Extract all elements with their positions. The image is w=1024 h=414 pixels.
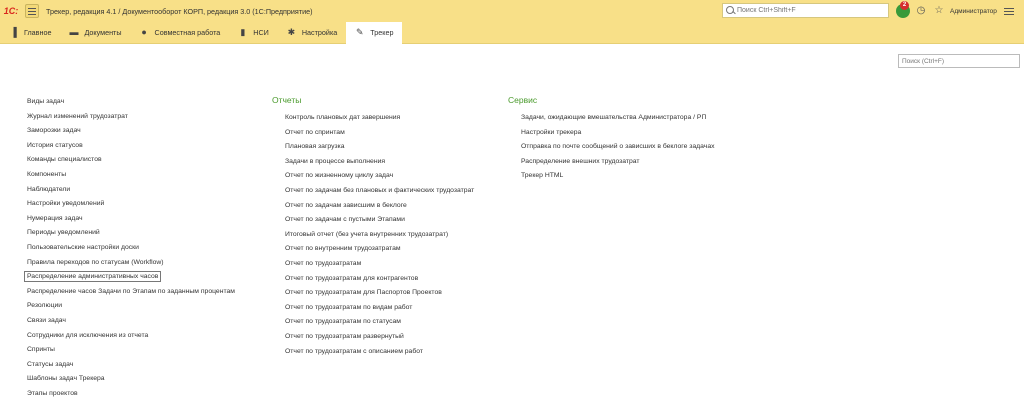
catalog-link[interactable]: История статусов — [27, 141, 83, 150]
catalog-link[interactable]: Шаблоны задач Трекера — [27, 374, 105, 383]
catalog-link[interactable]: Компоненты — [27, 170, 66, 179]
report-link[interactable]: Контроль плановых дат завершения — [285, 113, 400, 122]
sections-panel: ▐ Главное ▬ Документы ● Совместная работ… — [0, 21, 1024, 44]
catalog-link[interactable]: Наблюдатели — [27, 185, 70, 194]
pin-icon: ✎ — [355, 27, 364, 37]
global-search[interactable] — [722, 3, 889, 18]
favorites-star-icon[interactable]: ☆ — [932, 4, 946, 18]
tab-settings[interactable]: ✱ Настройка — [278, 22, 346, 44]
catalog-link[interactable]: Резолюции — [27, 301, 62, 310]
window-title: Трекер, редакция 4.1 / Документооборот К… — [46, 6, 313, 16]
catalog-link[interactable]: Команды специалистов — [27, 155, 102, 164]
catalog-link[interactable]: Заморозки задач — [27, 126, 81, 135]
tab-tracker[interactable]: ✎ Трекер — [346, 21, 403, 44]
content-search[interactable] — [898, 54, 1020, 68]
report-link[interactable]: Отчет по трудозатратам — [285, 259, 361, 268]
catalog-link[interactable]: Журнал изменений трудозатрат — [27, 112, 128, 121]
tab-collaboration[interactable]: ● Совместная работа — [131, 22, 230, 44]
gear-icon: ✱ — [287, 27, 296, 37]
report-link[interactable]: Отчет по трудозатратам для Паспортов Про… — [285, 288, 442, 297]
catalog-link[interactable]: Правила переходов по статусам (Workflow) — [27, 258, 164, 267]
service-link[interactable]: Трекер HTML — [521, 171, 563, 180]
report-link[interactable]: Отчет по трудозатратам по видам работ — [285, 303, 412, 312]
catalog-link[interactable]: Этапы проектов — [27, 389, 78, 398]
report-link[interactable]: Отчет по задачам без плановых и фактичес… — [285, 186, 474, 195]
catalog-link[interactable]: Нумерация задач — [27, 214, 83, 223]
tab-main[interactable]: ▐ Главное — [0, 22, 60, 44]
catalog-link[interactable]: Настройки уведомлений — [27, 199, 104, 208]
catalog-link[interactable]: Периоды уведомлений — [27, 228, 100, 237]
report-link[interactable]: Отчет по трудозатратам развернутый — [285, 332, 404, 341]
main-menu-button[interactable] — [25, 4, 39, 18]
tab-documents[interactable]: ▬ Документы — [60, 22, 130, 44]
service-link[interactable]: Настройки трекера — [521, 128, 581, 137]
tab-nsi[interactable]: ▮ НСИ — [229, 22, 278, 44]
report-link[interactable]: Отчет по трудозатратам для контрагентов — [285, 274, 418, 283]
report-link[interactable]: Отчет по спринтам — [285, 128, 345, 137]
service-link[interactable]: Отправка по почте сообщений о зависших в… — [521, 142, 715, 151]
report-link[interactable]: Плановая загрузка — [285, 142, 345, 151]
catalog-link[interactable]: Пользовательские настройки доски — [27, 243, 139, 252]
content-search-input[interactable] — [899, 55, 1019, 67]
global-search-input[interactable] — [737, 7, 877, 14]
service-heading: Сервис — [508, 95, 538, 105]
report-link[interactable]: Отчет по жизненному циклу задач — [285, 171, 393, 180]
catalog-link[interactable]: Связи задач — [27, 316, 66, 325]
report-link[interactable]: Отчет по задачам зависшим в беклоге — [285, 201, 407, 210]
service-link[interactable]: Задачи, ожидающие вмешательства Админист… — [521, 113, 706, 122]
notifications-icon[interactable]: 2 — [896, 1, 910, 18]
catalog-link[interactable]: Распределение часов Задачи по Этапам по … — [27, 287, 235, 296]
home-icon: ▐ — [10, 27, 17, 37]
catalog-link[interactable]: Распределение административных часов — [24, 271, 162, 283]
settings-menu-icon[interactable] — [1003, 7, 1014, 15]
catalog-link[interactable]: Виды задач — [27, 97, 64, 106]
report-link[interactable]: Отчет по трудозатратам по статусам — [285, 317, 401, 326]
book-icon: ▮ — [240, 27, 246, 37]
history-icon[interactable]: ◷ — [914, 4, 928, 18]
folder-icon: ▬ — [69, 27, 79, 37]
current-user[interactable]: Администратор — [950, 8, 997, 15]
reports-heading: Отчеты — [272, 95, 302, 105]
report-link[interactable]: Отчет по задачам с пустыми Этапами — [285, 215, 405, 224]
report-link[interactable]: Задачи в процессе выполнения — [285, 157, 385, 166]
title-bar: 1С: Трекер, редакция 4.1 / Документообор… — [0, 0, 1024, 22]
catalog-link[interactable]: Статусы задач — [27, 360, 73, 369]
report-link[interactable]: Отчет по внутренним трудозатратам — [285, 244, 401, 253]
report-link[interactable]: Итоговый отчет (без учета внутренних тру… — [285, 230, 448, 239]
catalog-link[interactable]: Сотрудники для исключения из отчета — [27, 331, 148, 340]
1c-logo: 1С: — [3, 6, 19, 16]
people-icon: ● — [141, 27, 147, 37]
notification-count-badge: 2 — [900, 1, 909, 10]
service-link[interactable]: Распределение внешних трудозатрат — [521, 157, 640, 166]
catalog-link[interactable]: Спринты — [27, 345, 55, 354]
report-link[interactable]: Отчет по трудозатратам с описанием работ — [285, 347, 423, 356]
search-icon — [725, 5, 737, 17]
